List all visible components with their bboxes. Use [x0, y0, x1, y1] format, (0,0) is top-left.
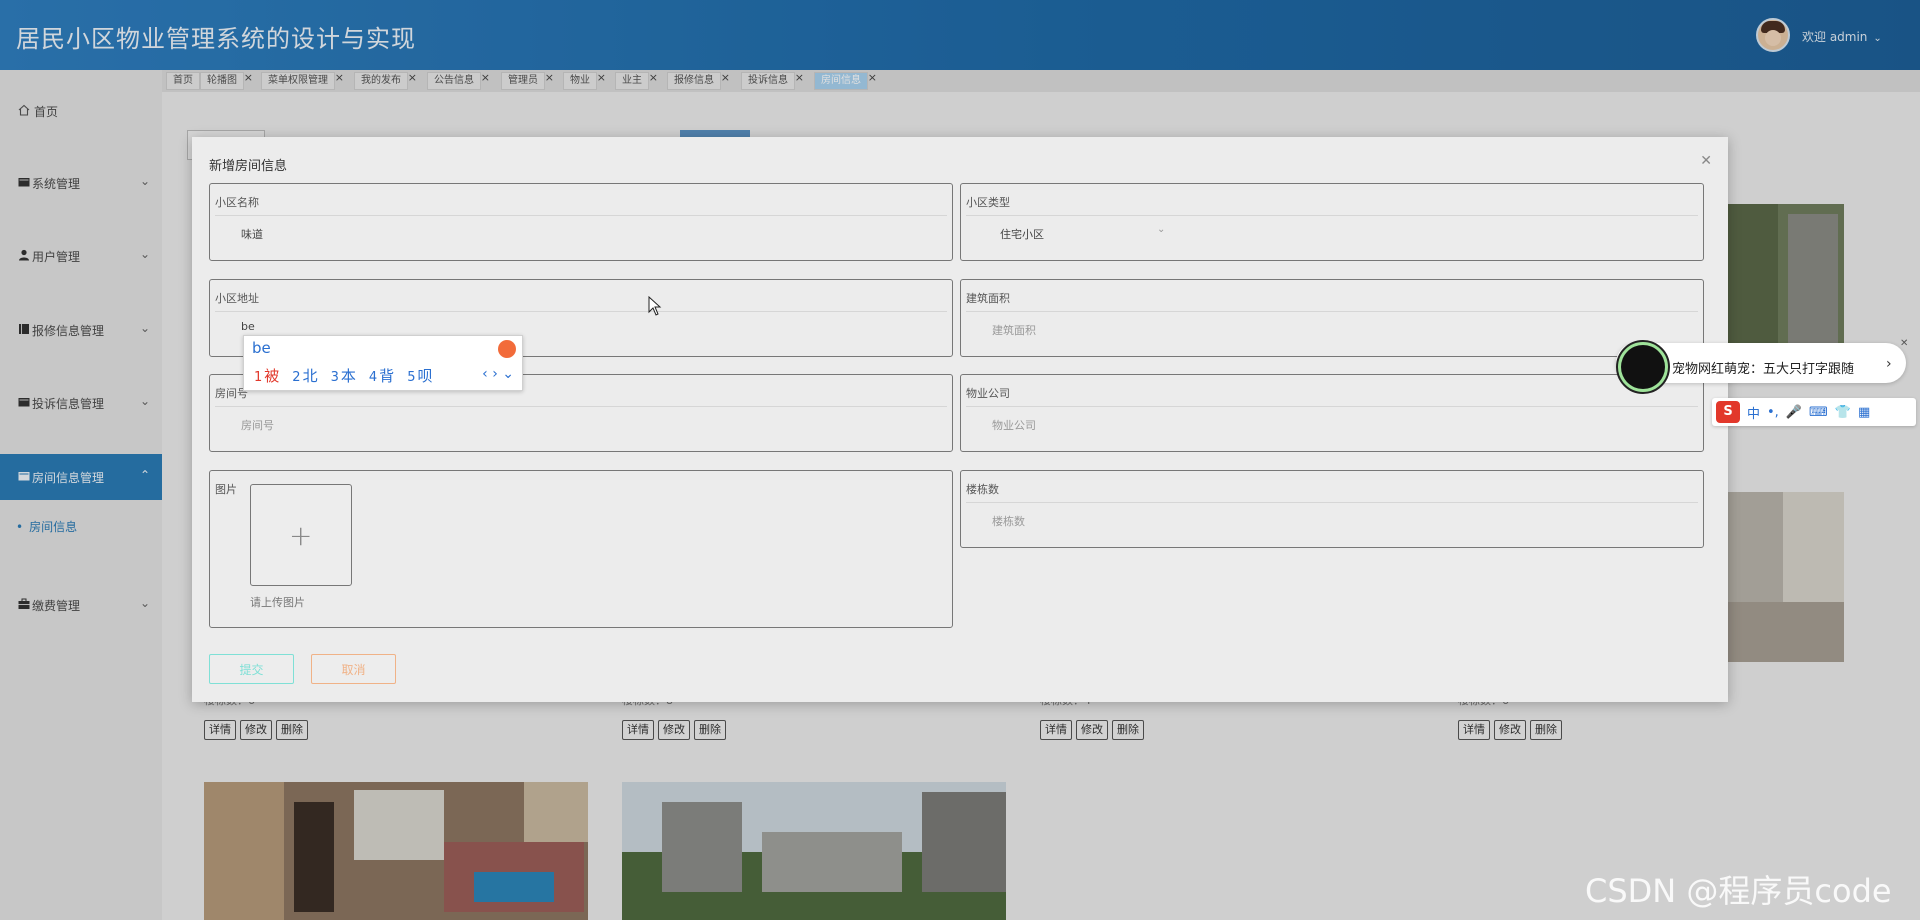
- ime-candidate[interactable]: 2北: [292, 365, 317, 386]
- image-upload-field: 图片 + 请上传图片: [209, 470, 953, 628]
- ime-candidate[interactable]: 5呗: [407, 365, 432, 386]
- ime-voice-icon[interactable]: 🎤: [1786, 405, 1802, 420]
- cancel-button[interactable]: 取消: [311, 654, 396, 684]
- ime-toolbar: S 中 •, 🎤 ⌨ 👕 ▦: [1712, 398, 1916, 426]
- field-label: 建筑面积: [966, 292, 1010, 305]
- property-company-field[interactable]: 物业公司 物业公司: [960, 374, 1704, 452]
- sogou-logo-icon[interactable]: S: [1716, 401, 1740, 423]
- mouse-cursor-icon: [648, 296, 662, 316]
- pet-avatar-icon[interactable]: [1616, 340, 1670, 394]
- field-divider: [966, 502, 1698, 503]
- community-name-field[interactable]: 小区名称 味道: [209, 183, 953, 261]
- field-label: 小区地址: [215, 292, 259, 305]
- close-icon[interactable]: ✕: [1700, 153, 1712, 169]
- building-area-input[interactable]: 建筑面积: [992, 322, 1036, 338]
- ime-keyboard-icon[interactable]: ⌨: [1809, 405, 1828, 420]
- building-area-field[interactable]: 建筑面积 建筑面积: [960, 279, 1704, 357]
- community-type-select[interactable]: 住宅小区: [1000, 226, 1044, 242]
- building-count-input[interactable]: 楼栋数: [992, 513, 1025, 529]
- field-divider: [215, 406, 947, 407]
- field-label: 楼栋数: [966, 483, 999, 496]
- property-company-input[interactable]: 物业公司: [992, 417, 1036, 433]
- community-address-input[interactable]: be: [241, 320, 255, 333]
- close-icon[interactable]: ✕: [1900, 338, 1908, 349]
- ime-candidates: 1被 2北 3本 4背 5呗: [254, 365, 432, 386]
- ime-logo-icon: [498, 340, 516, 358]
- ime-candidate[interactable]: 4背: [369, 365, 394, 386]
- ime-punctuation-icon[interactable]: •,: [1767, 405, 1779, 420]
- chevron-down-icon: ⌄: [1157, 224, 1166, 235]
- chevron-right-icon[interactable]: ›: [1886, 356, 1892, 372]
- ime-page-nav[interactable]: ‹ › ⌄: [482, 366, 514, 382]
- field-divider: [215, 311, 947, 312]
- ime-mode-toggle[interactable]: 中: [1747, 403, 1760, 422]
- pet-widget-text: 宠物网红萌宠：五大只打字跟随: [1672, 362, 1855, 377]
- dialog-title: 新增房间信息: [209, 159, 288, 174]
- ime-composition: be: [252, 339, 271, 357]
- ime-skin-icon[interactable]: 👕: [1835, 405, 1851, 420]
- field-label: 物业公司: [966, 387, 1010, 400]
- field-label: 图片: [215, 483, 237, 496]
- field-divider: [966, 311, 1698, 312]
- field-label: 小区类型: [966, 196, 1010, 209]
- watermark: CSDN @程序员code: [1585, 872, 1892, 910]
- ime-candidate[interactable]: 3本: [331, 365, 356, 386]
- field-label: 小区名称: [215, 196, 259, 209]
- image-upload-button[interactable]: +: [250, 484, 352, 586]
- submit-button[interactable]: 提交: [209, 654, 294, 684]
- plus-icon: +: [289, 519, 313, 552]
- ime-candidate-popup: be 1被 2北 3本 4背 5呗 ‹ › ⌄: [243, 335, 523, 391]
- building-count-field[interactable]: 楼栋数 楼栋数: [960, 470, 1704, 548]
- add-room-dialog: 新增房间信息 ✕ 小区名称 味道 小区类型 住宅小区 ⌄ 小区地址 be 建筑面…: [192, 137, 1728, 702]
- ime-toolbox-icon[interactable]: ▦: [1858, 405, 1870, 420]
- field-divider: [215, 215, 947, 216]
- upload-hint: 请上传图片: [250, 596, 305, 609]
- community-type-field[interactable]: 小区类型 住宅小区 ⌄: [960, 183, 1704, 261]
- community-name-input[interactable]: 味道: [241, 226, 263, 242]
- room-number-input[interactable]: 房间号: [241, 417, 274, 433]
- field-divider: [966, 215, 1698, 216]
- field-divider: [966, 406, 1698, 407]
- ime-candidate[interactable]: 1被: [254, 365, 279, 386]
